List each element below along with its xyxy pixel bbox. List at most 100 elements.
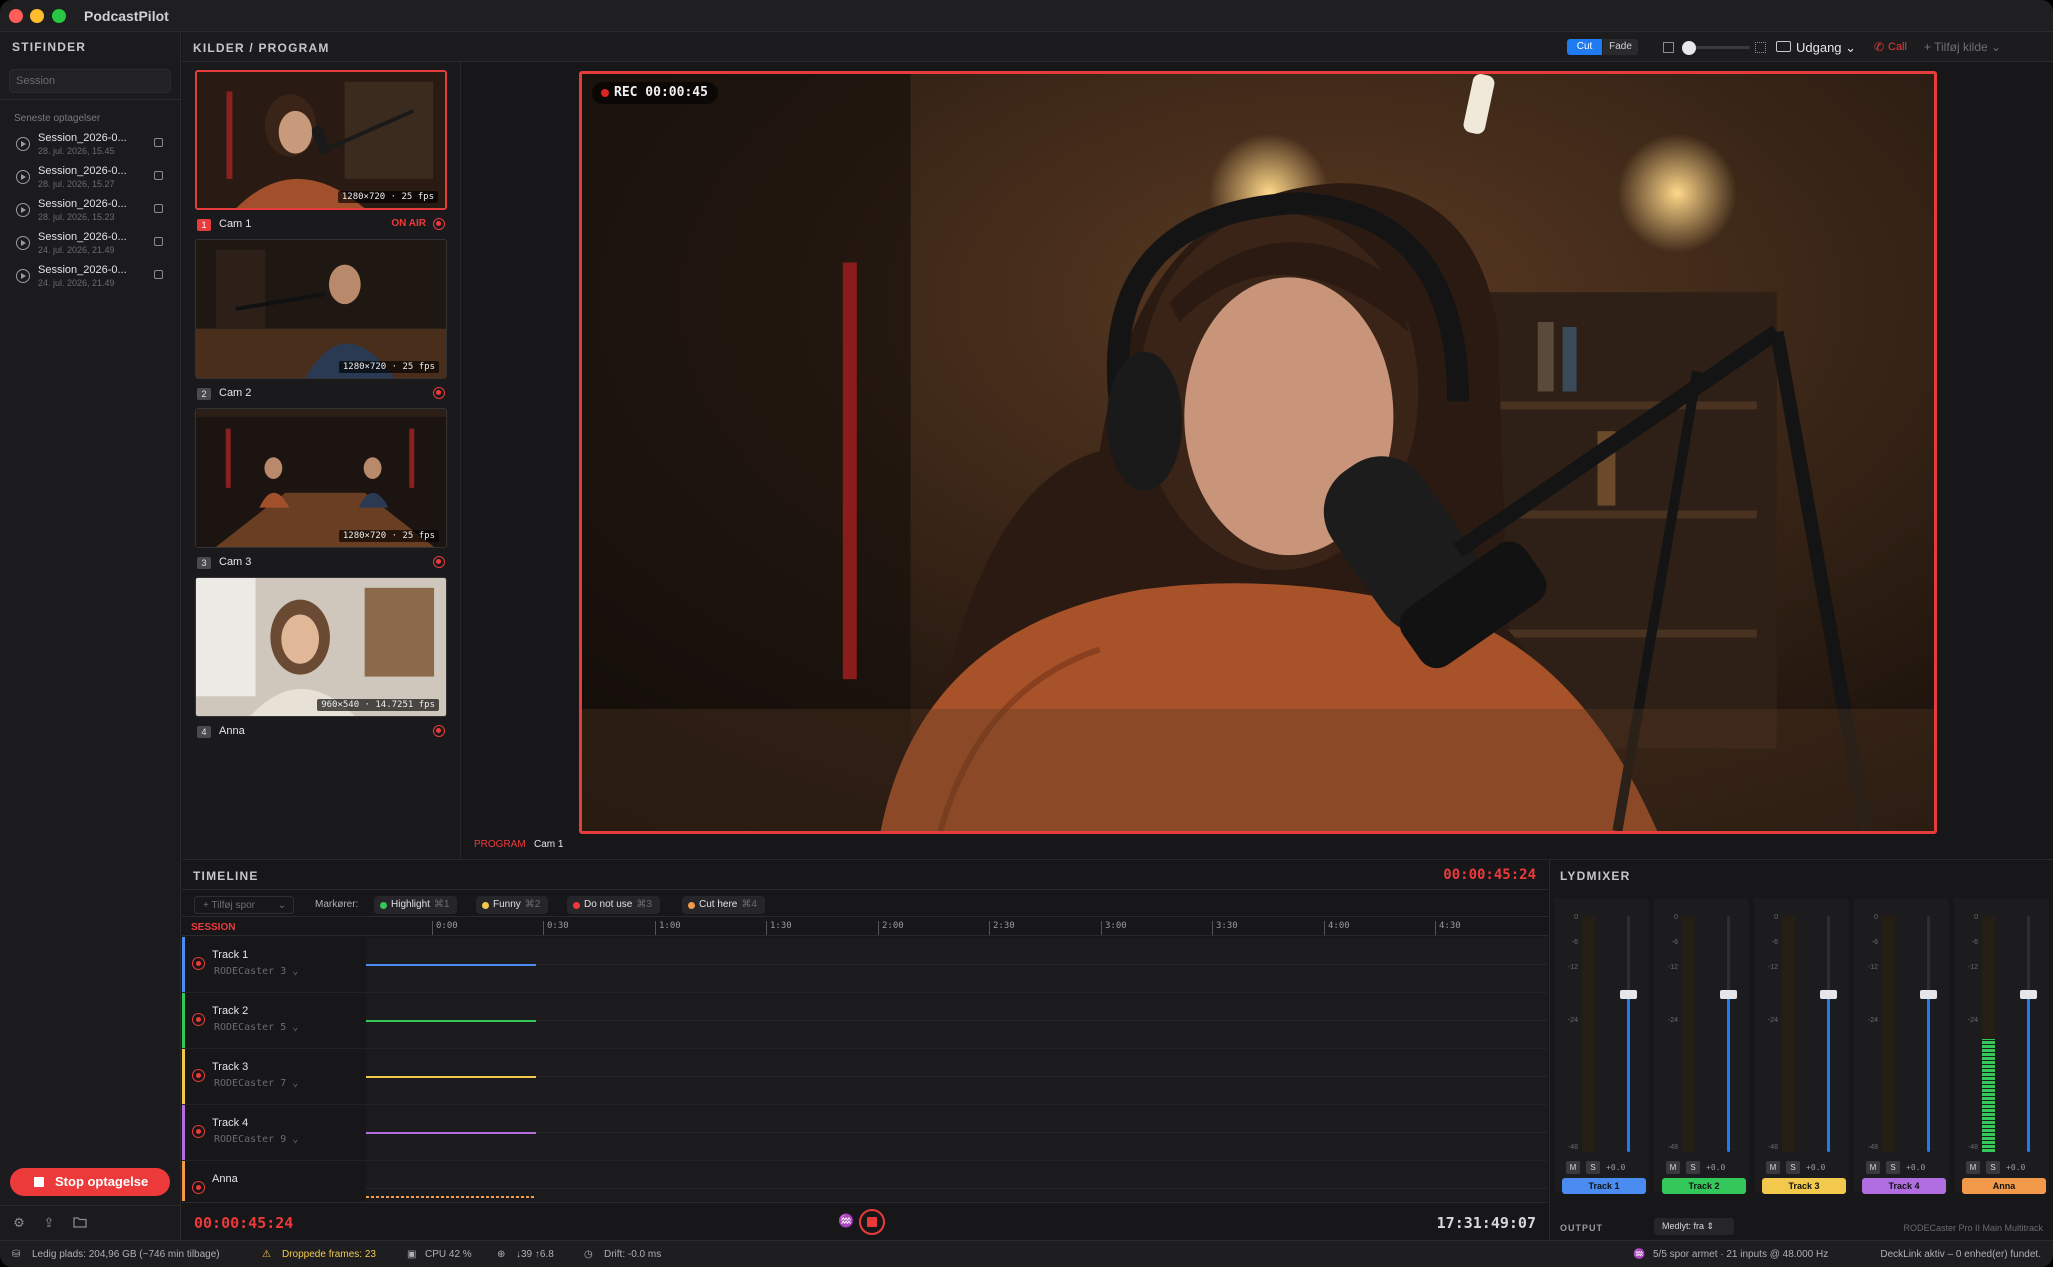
play-icon[interactable]	[16, 203, 30, 217]
fade-transition-button[interactable]: Fade	[1603, 39, 1638, 55]
camera-preview[interactable]: 960×540 · 14.7251 fps	[195, 577, 447, 717]
cpu-icon: ▣	[407, 1249, 417, 1260]
output-dropdown[interactable]: Udgang ⌄	[1796, 40, 1856, 56]
arm-record-icon[interactable]	[192, 1181, 205, 1194]
solo-button[interactable]: S	[1986, 1161, 2000, 1174]
record-dot-icon	[601, 89, 609, 97]
play-icon[interactable]	[16, 137, 30, 151]
reveal-in-finder-icon[interactable]	[154, 138, 163, 147]
play-icon[interactable]	[16, 269, 30, 283]
track-lane[interactable]	[366, 937, 1548, 992]
record-toggle-icon[interactable]	[433, 387, 445, 399]
timeline-track[interactable]: Anna	[182, 1161, 1548, 1201]
channel-label[interactable]: Track 1	[1562, 1178, 1646, 1194]
minimize-window-button[interactable]	[30, 9, 44, 23]
track-lane[interactable]	[366, 1049, 1548, 1104]
volume-fader-knob[interactable]	[1720, 990, 1737, 999]
arm-record-icon[interactable]	[192, 1125, 205, 1138]
gear-icon[interactable]: ⚙	[12, 1216, 26, 1230]
track-input-dropdown[interactable]: RODECaster 5 ⌄	[214, 1022, 298, 1033]
maximize-window-button[interactable]	[52, 9, 66, 23]
reveal-in-finder-icon[interactable]	[154, 270, 163, 279]
time-ruler[interactable]: SESSION 0:00 0:30 1:00 1:30 2:00 2:30 3:…	[182, 918, 1548, 936]
volume-fader-knob[interactable]	[1620, 990, 1637, 999]
solo-button[interactable]: S	[1586, 1161, 1600, 1174]
add-track-dropdown[interactable]: + Tilføj spor ⌄	[194, 896, 294, 914]
meter-scale-label: -48	[1667, 1144, 1678, 1151]
reveal-in-finder-icon[interactable]	[154, 171, 163, 180]
channel-label[interactable]: Track 4	[1862, 1178, 1946, 1194]
small-grid-icon[interactable]	[1663, 42, 1674, 53]
program-monitor[interactable]: REC 00:00:45	[579, 71, 1937, 834]
volume-fader-knob[interactable]	[1920, 990, 1937, 999]
solo-button[interactable]: S	[1786, 1161, 1800, 1174]
play-icon[interactable]	[16, 236, 30, 250]
channel-label[interactable]: Track 2	[1662, 1178, 1746, 1194]
recording-item[interactable]: Session_2026-0... 28. jul. 2026, 15.27	[0, 163, 181, 196]
track-lane[interactable]	[366, 1105, 1548, 1160]
recording-item[interactable]: Session_2026-0... 28. jul. 2026, 15.23	[0, 196, 181, 229]
mute-button[interactable]: M	[1666, 1161, 1680, 1174]
close-window-button[interactable]	[9, 9, 23, 23]
record-stop-button[interactable]	[859, 1209, 885, 1235]
arm-record-icon[interactable]	[192, 957, 205, 970]
chevron-down-icon: ⌄	[1991, 40, 2002, 54]
record-toggle-icon[interactable]	[433, 218, 445, 230]
phone-icon[interactable]: ✆	[1874, 40, 1884, 54]
timeline-timecode: 00:00:45:24	[1443, 867, 1536, 883]
timeline-track[interactable]: Track 2 RODECaster 5 ⌄	[182, 993, 1548, 1049]
recording-item[interactable]: Session_2026-0... 28. jul. 2026, 15.45	[0, 130, 181, 163]
add-source-button[interactable]: + Tilføj kilde ⌄	[1924, 40, 2001, 54]
cut-transition-button[interactable]: Cut	[1567, 39, 1602, 55]
session-search-input[interactable]	[9, 69, 171, 93]
reveal-in-finder-icon[interactable]	[154, 204, 163, 213]
timeline-track[interactable]: Track 4 RODECaster 9 ⌄	[182, 1105, 1548, 1161]
marker-funny-button[interactable]: Funny ⌘2	[476, 896, 549, 914]
large-grid-icon[interactable]	[1755, 42, 1766, 53]
share-icon[interactable]: ⇪	[42, 1216, 56, 1230]
record-toggle-icon[interactable]	[433, 556, 445, 568]
marker-cut-here-button[interactable]: Cut here ⌘4	[682, 896, 765, 914]
call-button[interactable]: Call	[1888, 41, 1907, 53]
recording-item[interactable]: Session_2026-0... 24. jul. 2026, 21.49	[0, 262, 181, 295]
arm-record-icon[interactable]	[192, 1069, 205, 1082]
record-toggle-icon[interactable]	[433, 725, 445, 737]
reveal-in-finder-icon[interactable]	[154, 237, 163, 246]
marker-highlight-button[interactable]: Highlight ⌘1	[374, 896, 458, 914]
camera-preview[interactable]: 1280×720 · 25 fps	[195, 239, 447, 379]
track-input-dropdown[interactable]: RODECaster 9 ⌄	[214, 1134, 298, 1145]
volume-fader-knob[interactable]	[2020, 990, 2037, 999]
track-input-dropdown[interactable]: RODECaster 3 ⌄	[214, 966, 298, 977]
recording-item[interactable]: Session_2026-0... 24. jul. 2026, 21.49	[0, 229, 181, 262]
sidebar-divider	[0, 99, 181, 100]
mute-button[interactable]: M	[1766, 1161, 1780, 1174]
waveform-icon[interactable]: ♒	[838, 1213, 854, 1229]
mute-button[interactable]: M	[1966, 1161, 1980, 1174]
slider-knob[interactable]	[1682, 41, 1696, 55]
play-icon[interactable]	[16, 170, 30, 184]
volume-fader-knob[interactable]	[1820, 990, 1837, 999]
monitor-select[interactable]: Medlyt: fra ⇕	[1654, 1218, 1734, 1235]
timeline-track[interactable]: Track 3 RODECaster 7 ⌄	[182, 1049, 1548, 1105]
ruler-tick: 2:00	[878, 921, 904, 935]
mute-button[interactable]: M	[1866, 1161, 1880, 1174]
channel-label[interactable]: Track 3	[1762, 1178, 1846, 1194]
channel-label[interactable]: Anna	[1962, 1178, 2046, 1194]
stop-recording-button[interactable]: Stop optagelse	[10, 1168, 170, 1196]
solo-button[interactable]: S	[1686, 1161, 1700, 1174]
solo-button[interactable]: S	[1886, 1161, 1900, 1174]
marker-do-not-use-button[interactable]: Do not use ⌘3	[567, 896, 660, 914]
mute-button[interactable]: M	[1566, 1161, 1580, 1174]
folder-icon[interactable]	[73, 1216, 87, 1230]
track-input-dropdown[interactable]: RODECaster 7 ⌄	[214, 1078, 298, 1089]
arm-record-icon[interactable]	[192, 1013, 205, 1026]
track-lane[interactable]	[366, 993, 1548, 1048]
audio-waveform	[366, 1076, 536, 1078]
timeline-track[interactable]: Track 1 RODECaster 3 ⌄	[182, 937, 1548, 993]
lane-centerline	[366, 1188, 1548, 1189]
lane-centerline	[366, 1076, 1548, 1077]
timeline-panel: TIMELINE 00:00:45:24 + Tilføj spor ⌄ Mar…	[182, 859, 1548, 1241]
camera-preview[interactable]: 1280×720 · 25 fps	[195, 408, 447, 548]
track-lane[interactable]	[366, 1161, 1548, 1201]
camera-preview[interactable]: 1280×720 · 25 fps	[195, 70, 447, 210]
